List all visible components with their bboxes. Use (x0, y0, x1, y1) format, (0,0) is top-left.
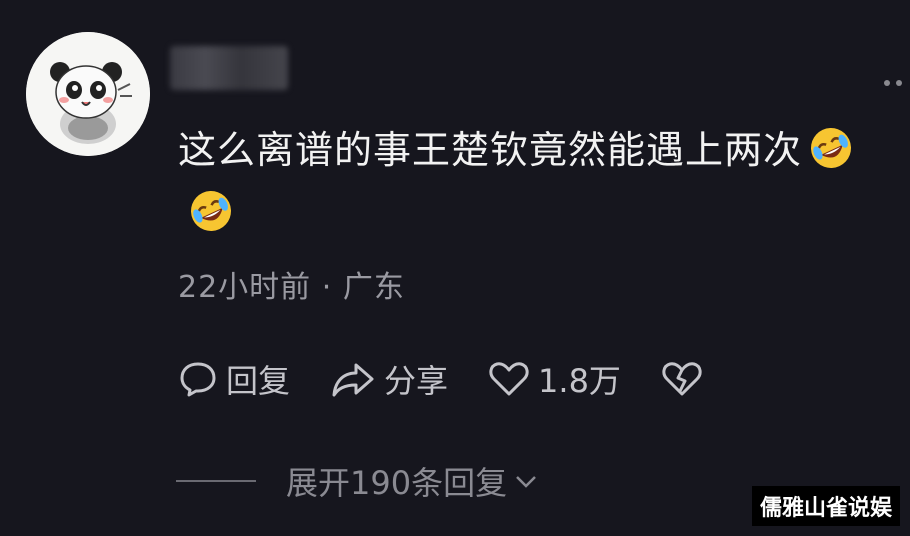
reply-button[interactable]: 回复 (178, 356, 290, 402)
comment-location: 广东 (342, 270, 405, 305)
share-button[interactable]: 分享 (330, 356, 448, 402)
like-count: 1.8万 (538, 362, 621, 400)
meta-separator: · (321, 270, 333, 305)
action-bar: 回复 分享 1.8万 (178, 356, 751, 402)
more-icon[interactable] (884, 80, 902, 86)
reply-icon (180, 362, 216, 397)
watermark: 儒雅山雀说娱 (751, 486, 900, 526)
heart-icon (489, 362, 529, 396)
comment-time: 22小时前 (178, 270, 312, 305)
avatar[interactable] (26, 32, 150, 156)
expand-label: 展开190条回复 (286, 464, 508, 502)
more-dot (884, 80, 890, 86)
comment-meta: 22小时前 · 广东 (178, 262, 405, 306)
like-button[interactable]: 1.8万 (488, 356, 621, 402)
comment-text: 这么离谱的事王楚钦竟然能遇上两次 (178, 128, 803, 172)
share-icon (332, 363, 374, 397)
reply-label: 回复 (226, 362, 291, 400)
chevron-down-icon (516, 476, 536, 488)
dislike-button[interactable] (661, 359, 711, 399)
more-dot (896, 80, 902, 86)
broken-heart-icon (662, 362, 702, 396)
laughing-emoji-icon (188, 188, 234, 234)
divider-line (176, 480, 256, 482)
share-label: 分享 (384, 362, 449, 400)
username-blurred[interactable] (170, 46, 288, 90)
panda-avatar-icon (26, 32, 150, 156)
laughing-emoji-icon (808, 125, 854, 171)
comment-body: 这么离谱的事王楚钦竟然能遇上两次 (178, 122, 898, 178)
expand-replies-button[interactable]: 展开190条回复 (176, 458, 539, 504)
